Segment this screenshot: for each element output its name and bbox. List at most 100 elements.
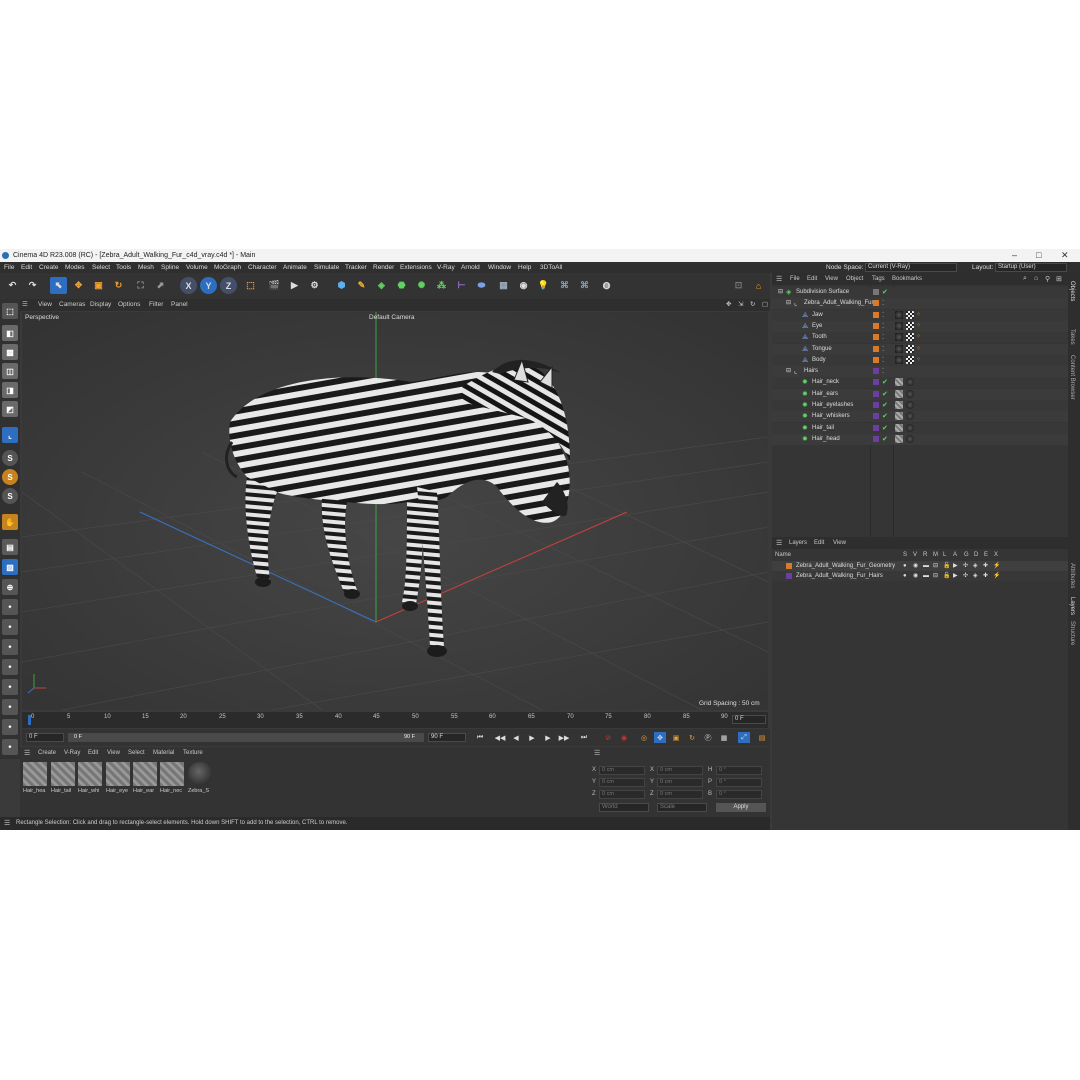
enabled-check-icon[interactable]: ✔ <box>882 377 888 388</box>
hair-material-tag-icon[interactable] <box>895 378 903 387</box>
python-script-icon[interactable]: ⌘ <box>576 277 593 294</box>
position-y-field[interactable]: 0 cm <box>599 778 645 787</box>
uvw-tag-icon[interactable] <box>906 310 914 319</box>
polygons-mode-icon[interactable]: ◩ <box>2 401 18 417</box>
render-settings-icon[interactable]: ⚙ <box>306 277 323 294</box>
soft-selection-icon[interactable]: ✋ <box>2 514 18 530</box>
visibility-dots-icon[interactable]: ⁚ <box>882 366 884 377</box>
material-swatch[interactable] <box>160 762 184 786</box>
layer-expressions-toggle-icon[interactable]: ✚ <box>983 561 988 571</box>
viewport-menu-filter[interactable]: Filter <box>149 299 163 311</box>
menu-simulate[interactable]: Simulate <box>314 262 339 273</box>
layer-color-swatch[interactable] <box>873 402 879 408</box>
menu-file[interactable]: File <box>4 262 14 273</box>
layer-color-swatch[interactable] <box>873 413 879 420</box>
object-search-icon[interactable]: ⌕ <box>1023 275 1027 283</box>
redo-icon[interactable]: ↷ <box>24 277 41 294</box>
selection-tag-icon[interactable]: ⁘ <box>916 321 921 332</box>
viewport-move-icon[interactable]: ✥ <box>726 299 731 311</box>
layer-row[interactable]: Zebra_Adult_Walking_Fur_Hairs ● ◉ ▬ ⊟ 🔓 ▶ ✣ ◈ ✚ ⚡ <box>772 571 1068 581</box>
expand-toggle-icon[interactable]: ⊟ <box>786 366 791 377</box>
expand-toggle-icon[interactable]: ⊟ <box>778 287 783 298</box>
viewport-tool-1-icon[interactable]: ⬩ <box>2 599 18 615</box>
autokey-icon[interactable]: ◉ <box>618 732 630 743</box>
points-mode-icon[interactable]: ◫ <box>2 363 18 379</box>
material-menu-texture[interactable]: Texture <box>183 750 203 756</box>
key-pla-icon[interactable]: ▦ <box>718 732 730 743</box>
material-swatch[interactable] <box>51 762 75 786</box>
layer-xref-toggle-icon[interactable]: ⚡ <box>993 561 1000 571</box>
object-row[interactable]: ✹ Hair_head ✔ <box>772 433 1068 445</box>
coordinate-system-icon[interactable]: ⬚ <box>242 277 259 294</box>
object-row[interactable]: ⟁ Tooth ⁚ ⁘ <box>772 332 1068 344</box>
rotation-h-field[interactable]: 0 ° <box>716 766 762 775</box>
viewport-menu-icon[interactable]: ☰ <box>22 299 28 311</box>
maximize-button[interactable]: □ <box>1036 249 1041 262</box>
layer-row[interactable]: Zebra_Adult_Walking_Fur_Geometry ● ◉ ▬ ⊟ 🔓 ▶ ✣ ◈… <box>772 561 1068 571</box>
status-menu-icon[interactable]: ☰ <box>4 817 10 830</box>
hair-material-tag-icon[interactable] <box>895 423 903 432</box>
object-row[interactable]: ✹ Hair_neck ✔ <box>772 377 1068 389</box>
layer-view-toggle-icon[interactable]: ◉ <box>913 571 918 581</box>
hair-material-tag-icon[interactable] <box>895 401 903 409</box>
viewport-maximize-icon[interactable]: ▢ <box>762 299 768 311</box>
viewport-menu-view[interactable]: View <box>38 299 52 311</box>
layer-menu-edit[interactable]: Edit <box>814 540 824 546</box>
layer-menu-icon[interactable]: ☰ <box>776 539 782 547</box>
tab-takes[interactable]: Takes <box>1069 329 1075 345</box>
layer-manager-toggle-icon[interactable]: ⊟ <box>933 561 938 571</box>
object-menu-edit[interactable]: Edit <box>807 276 817 282</box>
material-tag-icon[interactable] <box>906 389 914 398</box>
material-swatch[interactable] <box>23 762 47 786</box>
viewport-tool-8-icon[interactable]: ⬩ <box>2 739 18 755</box>
object-home-icon[interactable]: ⌂ <box>1034 275 1038 282</box>
material-menu-icon[interactable]: ☰ <box>24 749 30 757</box>
cloner-icon[interactable]: ✺ <box>413 277 430 294</box>
menu-mograph[interactable]: MoGraph <box>214 262 241 273</box>
viewport-rotate-icon[interactable]: ↻ <box>750 299 755 311</box>
selection-tag-icon[interactable]: ⁘ <box>916 310 921 321</box>
material-menu-material[interactable]: Material <box>153 750 174 756</box>
material-menu-create[interactable]: Create <box>38 750 56 756</box>
viewport-solo-icon[interactable]: ⌂ <box>750 277 767 294</box>
end-frame-field[interactable]: 90 F <box>428 733 466 742</box>
enabled-check-icon[interactable]: ✔ <box>882 434 888 445</box>
layer-color-swatch[interactable] <box>873 435 879 442</box>
uvw-tag-icon[interactable] <box>906 321 914 330</box>
layer-manager-toggle-icon[interactable]: ⊟ <box>933 571 938 581</box>
cube-icon[interactable]: ⬢ <box>333 277 350 294</box>
size-x-field[interactable]: 0 cm <box>657 766 703 775</box>
layer-expressions-toggle-icon[interactable]: ✚ <box>983 571 988 581</box>
size-y-field[interactable]: 0 cm <box>657 778 703 787</box>
axis-mode-icon[interactable]: ⌞ <box>2 427 18 443</box>
menu-edit[interactable]: Edit <box>21 262 32 273</box>
tab-structure[interactable]: Structure <box>1069 621 1075 645</box>
material-tag-icon[interactable] <box>895 344 903 353</box>
object-menu-tags[interactable]: Tags <box>872 276 885 282</box>
menu-vray[interactable]: V-Ray <box>437 262 455 273</box>
object-row[interactable]: ◈ ⊟ Subdivision Surface ✔ <box>772 287 1068 298</box>
menu-volume[interactable]: Volume <box>186 262 208 273</box>
material-tag-icon[interactable] <box>906 401 914 409</box>
field-icon[interactable]: ⬬ <box>473 277 490 294</box>
render-view-icon[interactable]: 🎬 <box>266 277 283 294</box>
layer-color-swatch[interactable] <box>873 368 879 375</box>
layer-color-swatch[interactable] <box>873 390 879 397</box>
viewport-tool-6-icon[interactable]: ⬩ <box>2 699 18 715</box>
layer-animation-toggle-icon[interactable]: ▶ <box>953 571 958 581</box>
material-swatch[interactable] <box>78 762 102 786</box>
layer-color-swatch[interactable] <box>873 300 879 307</box>
layer-color-swatch[interactable] <box>873 334 879 341</box>
tab-layers[interactable]: Layers <box>1069 597 1075 615</box>
hair-material-tag-icon[interactable] <box>895 434 903 443</box>
tab-objects[interactable]: Objects <box>1069 281 1075 301</box>
object-row[interactable]: ✹ Hair_whiskers ✔ <box>772 411 1068 423</box>
visibility-dots-icon[interactable]: ⁚ <box>882 344 884 355</box>
workplane-snap-icon[interactable]: S <box>2 488 18 504</box>
timeline-ruler[interactable]: 0 5 10 15 20 25 30 35 40 45 50 55 60 65 … <box>22 712 768 728</box>
menu-arnold[interactable]: Arnold <box>461 262 480 273</box>
layer-color-swatch[interactable] <box>786 563 792 569</box>
viewport-zoom-icon[interactable]: ⇲ <box>738 299 743 311</box>
go-to-start-icon[interactable]: ⏮ <box>474 732 486 743</box>
uvw-tag-icon[interactable] <box>906 344 914 353</box>
